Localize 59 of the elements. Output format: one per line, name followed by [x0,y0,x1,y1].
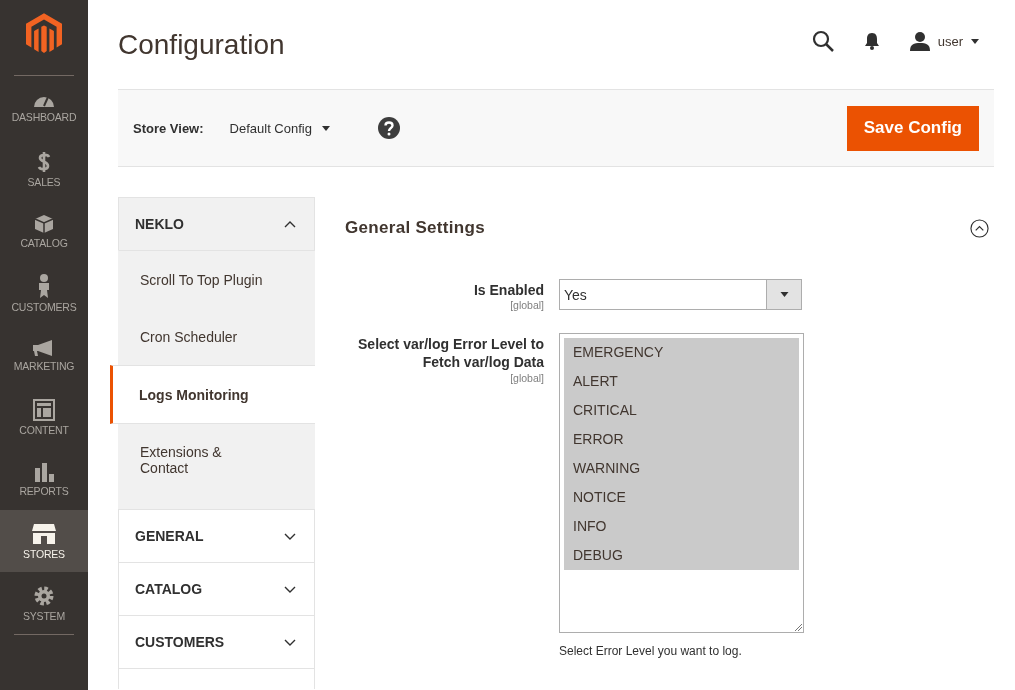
sidebar-item[interactable]: CONTENT [0,386,88,448]
caret-icon [321,125,330,131]
dollar-icon [37,150,51,173]
search-icon[interactable] [811,30,834,52]
person-icon [909,31,930,51]
chevron-icon [284,585,296,593]
store-view-dropdown[interactable]: Default Config [229,120,330,136]
sidebar-item[interactable]: STORES [0,510,88,572]
sidebar-item[interactable]: CATALOG [0,200,88,262]
nav-item[interactable]: Scroll To Top Plugin [118,250,315,308]
storefront-icon [31,522,57,545]
listbox-option[interactable]: WARNING [564,454,799,484]
person-icon [37,273,51,298]
listbox-option[interactable]: DEBUG [564,541,799,571]
bar-chart-icon [34,461,54,482]
nav-group-header[interactable]: CATALOG [118,562,315,615]
listbox-option[interactable]: INFO [564,512,799,542]
user-menu[interactable]: user [909,31,979,51]
scope-label: [global] [510,371,544,384]
resize-grip-icon[interactable] [794,623,802,632]
field-label: Is Enabled [473,281,544,300]
listbox-option[interactable]: CRITICAL [564,396,799,426]
section-title: General Settings [345,218,485,238]
enabled-select[interactable]: Yes [559,279,802,310]
field-label: Select var/log Error Level to Fetch var/log Data [357,335,544,372]
caret-icon [779,292,789,297]
nav-item[interactable]: Cron Scheduler [118,308,315,365]
field-note: Select Error Level you want to log. [559,644,743,659]
save-config-button[interactable]: Save Config [846,105,979,151]
box-icon [34,213,54,234]
sidebar-item[interactable]: CUSTOMERS [0,262,88,324]
caret-icon [971,38,979,44]
sidebar-item[interactable]: SYSTEM [0,572,88,634]
nav-group-header[interactable]: CUSTOMERS [118,615,315,668]
chevron-icon [284,220,296,228]
help-icon[interactable] [377,117,400,139]
sidebar-item[interactable]: DASHBOARD [0,76,88,138]
scope-label: [global] [510,299,544,312]
listbox-option[interactable]: ALERT [564,367,799,397]
gear-icon [33,584,55,607]
sidebar-item[interactable]: MARKETING [0,324,88,386]
bell-icon[interactable] [863,32,880,50]
chevron-icon [284,638,296,646]
nav-group-header[interactable]: NEKLO [118,197,315,250]
logo-icon[interactable] [26,12,62,55]
page-title: Configuration [118,29,285,61]
chevron-icon [284,532,296,540]
sidebar-item[interactable]: SALES [0,138,88,200]
listbox-option[interactable]: ERROR [564,425,799,455]
error-level-listbox[interactable]: EMERGENCY ALERT CRITICAL ERROR WARNING NOTICE INFO DEBUG [559,333,804,634]
nav-group-header[interactable]: GENERAL [118,509,315,562]
listbox-option[interactable]: NOTICE [564,483,799,513]
collapse-icon[interactable] [970,218,989,238]
nav-item[interactable]: Extensions & Contact [118,424,315,509]
nav-item[interactable]: Logs Monitoring [110,365,315,424]
listbox-option[interactable]: EMERGENCY [564,338,799,368]
layout-icon [33,398,55,421]
sidebar-item[interactable]: REPORTS [0,448,88,510]
store-view-label: Store View: [133,120,204,136]
